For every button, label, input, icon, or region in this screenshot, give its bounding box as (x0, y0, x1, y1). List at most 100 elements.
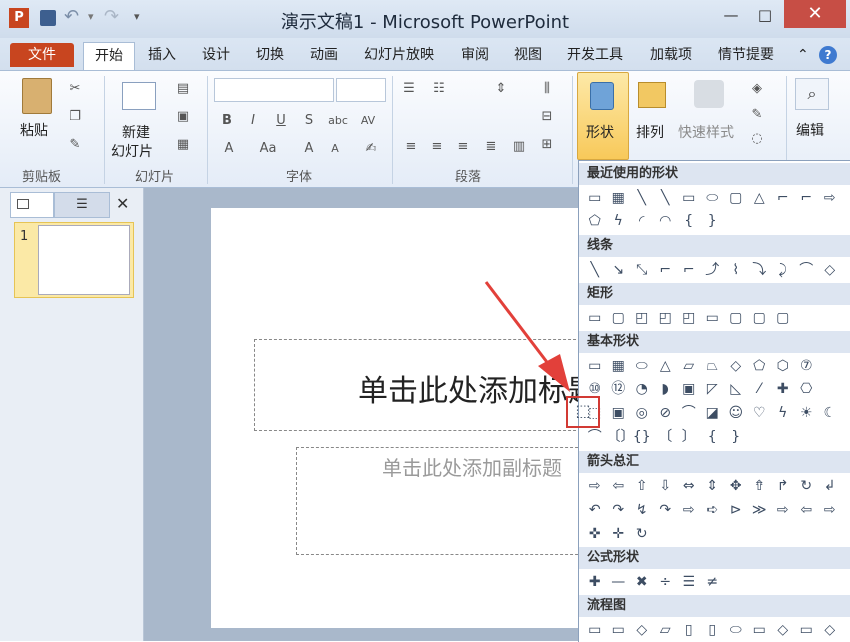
quick-styles-button[interactable]: 快速样式 (678, 122, 734, 142)
shape-option[interactable]: — (607, 571, 631, 593)
shape-option[interactable]: ➪ (701, 499, 725, 521)
find-icon[interactable]: ⌕ (795, 78, 829, 110)
shape-option[interactable]: ⤸ (771, 259, 795, 281)
shape-option[interactable]: ⬭ (701, 187, 725, 209)
font-name-combo[interactable] (214, 78, 334, 102)
font-color-button[interactable]: A (220, 140, 238, 158)
reset-icon[interactable]: ▣ (174, 108, 192, 126)
shape-option[interactable]: ◰ (677, 307, 701, 329)
shape-option[interactable]: ▭ (677, 187, 701, 209)
shape-option[interactable]: ⇩ (654, 475, 678, 497)
shape-option[interactable]: ▢ (748, 307, 772, 329)
tab-outline-view[interactable]: ☰ (54, 192, 110, 218)
editing-button[interactable]: 编辑 (796, 120, 824, 140)
align-center-icon[interactable]: ≡ (428, 138, 446, 156)
font-size-combo[interactable] (336, 78, 386, 102)
shape-option[interactable]: ↘ (607, 259, 631, 281)
numbering-icon[interactable]: ☷ (430, 80, 448, 98)
layout-icon[interactable]: ▤ (174, 80, 192, 98)
help-icon[interactable]: ? (819, 46, 837, 64)
strikethrough-button[interactable]: abc (326, 112, 350, 130)
shape-option[interactable]: ▣ (607, 402, 631, 424)
shape-option[interactable]: ↻ (795, 475, 819, 497)
shape-option[interactable]: ▭ (583, 307, 607, 329)
shape-option[interactable]: ◗ (654, 378, 678, 400)
close-button[interactable]: ✕ (784, 0, 846, 28)
align-text-icon[interactable]: ⊟ (538, 108, 556, 126)
tab-view[interactable]: 视图 (514, 45, 542, 65)
shape-option[interactable]: 〕 (677, 426, 701, 448)
shape-option[interactable]: } (701, 210, 725, 232)
shape-option[interactable]: ☀ (795, 402, 819, 424)
shape-option[interactable]: ✖ (630, 571, 654, 593)
change-case-button[interactable]: Aa (256, 140, 280, 158)
shape-option[interactable]: ▯ (701, 619, 725, 641)
shadow-button[interactable]: S (300, 112, 318, 130)
shape-option[interactable]: ✚ (771, 378, 795, 400)
columns-icon[interactable]: ▥ (510, 138, 528, 156)
shape-option[interactable]: ◠ (654, 210, 678, 232)
shape-option[interactable]: ✥ (724, 475, 748, 497)
shape-option[interactable]: { (677, 210, 701, 232)
tab-design[interactable]: 设计 (202, 45, 230, 65)
shape-option[interactable]: ✛ (607, 523, 631, 545)
new-slide-button-line1[interactable]: 新建 (122, 122, 150, 142)
shape-option[interactable]: ▢ (724, 187, 748, 209)
shape-option[interactable]: ↲ (818, 475, 842, 497)
underline-button[interactable]: U (272, 112, 290, 130)
shape-option[interactable]: ↷ (607, 499, 631, 521)
shape-option[interactable]: ≠ (701, 571, 725, 593)
shape-option[interactable]: ϟ (607, 210, 631, 232)
shape-option[interactable]: ▯ (677, 619, 701, 641)
shape-option[interactable]: ⑦ (795, 355, 819, 377)
shape-option[interactable]: ☾ (818, 402, 842, 424)
shape-option[interactable]: ♡ (748, 402, 772, 424)
shape-option[interactable]: ▣ (677, 378, 701, 400)
shape-option[interactable]: } (724, 426, 748, 448)
shape-option[interactable]: ⏢ (701, 355, 725, 377)
shape-option[interactable]: ⤡ (630, 259, 654, 281)
shape-option[interactable]: ⑫ (607, 378, 631, 400)
shape-option[interactable]: ⌐ (654, 259, 678, 281)
shape-option[interactable]: { (701, 426, 725, 448)
shape-option[interactable]: ◎ (630, 402, 654, 424)
shape-option[interactable]: ⇮ (748, 475, 772, 497)
tab-animations[interactable]: 动画 (310, 45, 338, 65)
shape-option[interactable]: {} (630, 426, 654, 448)
shape-option[interactable]: ÷ (654, 571, 678, 593)
shape-option[interactable]: ▢ (607, 307, 631, 329)
shape-option[interactable]: ▭ (583, 187, 607, 209)
justify-icon[interactable]: ≣ (482, 138, 500, 156)
shape-option[interactable]: ⌒ (795, 259, 819, 281)
shape-option[interactable]: ≫ (748, 499, 772, 521)
shape-option[interactable]: △ (654, 355, 678, 377)
shape-option[interactable]: ◇ (771, 619, 795, 641)
shape-option[interactable]: ◔ (630, 378, 654, 400)
shape-option[interactable]: ⬠ (748, 355, 772, 377)
shape-option[interactable]: ▭ (583, 619, 607, 641)
bullets-icon[interactable]: ☰ (400, 80, 418, 98)
shape-option[interactable]: ⇦ (795, 499, 819, 521)
grow-font-button[interactable]: A (300, 140, 318, 158)
shape-option[interactable]: ⬠ (583, 210, 607, 232)
section-icon[interactable]: ▦ (174, 136, 192, 154)
shape-option[interactable]: ◺ (724, 378, 748, 400)
shape-option[interactable]: ▭ (748, 619, 772, 641)
shape-option[interactable]: ⤵ (748, 259, 772, 281)
shape-option[interactable]: ⬭ (630, 355, 654, 377)
shape-option[interactable]: ↶ (583, 499, 607, 521)
shape-option[interactable]: ◇ (818, 619, 842, 641)
quick-styles-icon[interactable] (694, 80, 724, 108)
cut-icon[interactable]: ✂ (66, 80, 84, 98)
shape-option[interactable]: ⇨ (771, 499, 795, 521)
shape-option[interactable]: ⌐ (677, 259, 701, 281)
tab-file[interactable]: 文件 (10, 43, 74, 67)
shape-option[interactable]: ▱ (654, 619, 678, 641)
shape-option[interactable]: ▭ (795, 619, 819, 641)
shape-option[interactable]: ⤴ (701, 259, 725, 281)
shape-option[interactable]: ╲ (630, 187, 654, 209)
shape-option[interactable]: ⬡ (771, 355, 795, 377)
clear-format-icon[interactable]: ✍ (362, 140, 380, 158)
copy-icon[interactable]: ❐ (66, 108, 84, 126)
shape-fill-icon[interactable]: ◈ (748, 80, 766, 98)
